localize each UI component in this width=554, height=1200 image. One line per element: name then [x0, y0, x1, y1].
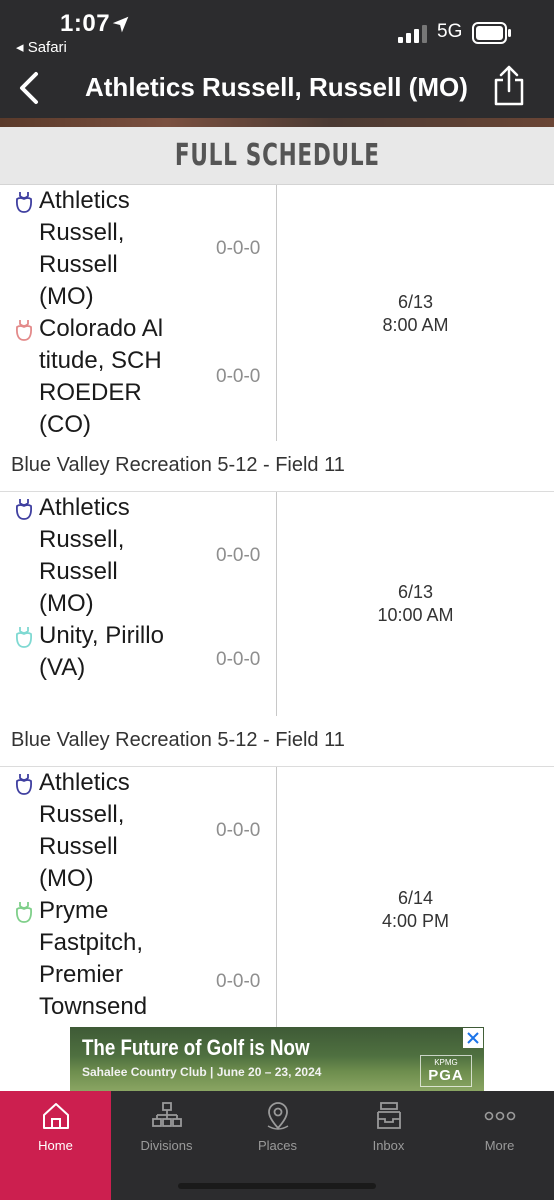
- map-pin-icon: [267, 1102, 289, 1130]
- team-name: Colorado Altitude, SCHROEDER (CO): [39, 315, 164, 438]
- share-button[interactable]: [488, 62, 530, 110]
- team-record: 0-0-0: [216, 545, 261, 566]
- team-name: Athletics Russell, Russell (MO): [39, 494, 130, 617]
- game-venue[interactable]: Blue Valley Recreation 5-12 - Field 11: [11, 454, 345, 477]
- game-matchup: Athletics Russell, Russell (MO) 0-0-0 Co…: [0, 185, 554, 441]
- jersey-icon: [15, 499, 33, 520]
- tab-label: Inbox: [372, 1138, 405, 1153]
- home-indicator: [178, 1183, 376, 1189]
- game-date-time: 6/13 10:00 AM: [277, 581, 554, 627]
- section-title: FULL SCHEDULE: [174, 138, 380, 173]
- ad-logo-text: PGA: [428, 1067, 464, 1084]
- back-to-safari-link[interactable]: ◂ Safari: [16, 38, 67, 56]
- jersey-icon: [15, 774, 33, 795]
- game-card[interactable]: Athletics Russell, Russell (MO) 0-0-0 Pr…: [0, 767, 554, 1037]
- game-card[interactable]: Athletics Russell, Russell (MO) 0-0-0 Un…: [0, 492, 554, 767]
- tab-label: Places: [257, 1138, 298, 1153]
- game-time: 4:00 PM: [381, 911, 450, 931]
- team-name: Athletics Russell, Russell (MO): [39, 187, 130, 310]
- game-matchup: Athletics Russell, Russell (MO) 0-0-0 Pr…: [0, 767, 554, 1037]
- cellular-signal-icon: [398, 25, 427, 43]
- game-date: 6/14: [397, 888, 434, 908]
- game-date-time: 6/14 4:00 PM: [277, 887, 554, 933]
- tab-home[interactable]: Home: [0, 1091, 111, 1200]
- share-icon: [494, 65, 524, 106]
- team-name: Unity, Pirillo (VA): [39, 622, 164, 681]
- game-date: 6/13: [397, 582, 434, 602]
- team-row[interactable]: Athletics Russell, Russell (MO) 0-0-0: [0, 492, 276, 620]
- team-record: 0-0-0: [216, 366, 261, 387]
- team-name: Athletics Russell, Russell (MO): [39, 769, 130, 892]
- more-dots-icon: [484, 1111, 516, 1121]
- tab-label: More: [484, 1138, 515, 1153]
- game-date-time: 6/13 8:00 AM: [277, 291, 554, 337]
- schedule-list: Athletics Russell, Russell (MO) 0-0-0 Co…: [0, 185, 554, 1037]
- tab-more[interactable]: More: [444, 1091, 554, 1200]
- chevron-left-icon: [20, 72, 38, 104]
- ad-subline: Sahalee Country Club | June 20 – 23, 202…: [82, 1065, 322, 1079]
- status-time: 1:07: [60, 10, 111, 37]
- game-card[interactable]: Athletics Russell, Russell (MO) 0-0-0 Co…: [0, 185, 554, 492]
- location-arrow-icon: [112, 16, 129, 33]
- team-record: 0-0-0: [216, 238, 261, 259]
- game-date: 6/13: [397, 292, 434, 312]
- team-record: 0-0-0: [216, 820, 261, 841]
- battery-icon: [472, 22, 511, 44]
- full-schedule-header: FULL SCHEDULE: [0, 127, 554, 185]
- ad-banner[interactable]: The Future of Golf is Now Sahalee Countr…: [70, 1027, 484, 1091]
- back-button[interactable]: [12, 66, 46, 110]
- game-time: 10:00 AM: [377, 605, 454, 625]
- bracket-icon: [152, 1102, 182, 1127]
- team-row[interactable]: Unity, Pirillo (VA) 0-0-0: [0, 620, 276, 716]
- ad-close-button[interactable]: [463, 1028, 483, 1048]
- jersey-icon: [15, 902, 33, 923]
- team-row[interactable]: Athletics Russell, Russell (MO) 0-0-0: [0, 185, 276, 313]
- game-time: 8:00 AM: [382, 315, 449, 335]
- team-row[interactable]: Pryme Fastpitch, Premier Townsend 0-0-0: [0, 895, 276, 1037]
- home-icon: [43, 1103, 69, 1129]
- top-app-bar: 1:07 ◂ Safari 5G Athletics Russell, Russ…: [0, 0, 554, 127]
- tab-label: Home: [38, 1138, 73, 1153]
- ad-logo-small: KPMG: [434, 1058, 458, 1067]
- team-row[interactable]: Colorado Altitude, SCHROEDER (CO) 0-0-0: [0, 313, 276, 441]
- team-record: 0-0-0: [216, 971, 261, 992]
- kpmg-pga-logo: KPMG PGA: [420, 1055, 472, 1087]
- team-banner-image: [0, 118, 554, 127]
- team-record: 0-0-0: [216, 649, 261, 670]
- page-title: Athletics Russell, Russell (MO): [85, 72, 468, 102]
- jersey-icon: [15, 627, 33, 648]
- game-matchup: Athletics Russell, Russell (MO) 0-0-0 Un…: [0, 492, 554, 716]
- team-name: Pryme Fastpitch, Premier Townsend: [39, 897, 148, 1020]
- inbox-icon: [377, 1102, 401, 1129]
- close-icon: [467, 1032, 479, 1044]
- jersey-icon: [15, 192, 33, 213]
- network-type: 5G: [437, 21, 463, 42]
- tab-label: Divisions: [140, 1138, 193, 1153]
- team-row[interactable]: Athletics Russell, Russell (MO) 0-0-0: [0, 767, 276, 895]
- game-venue[interactable]: Blue Valley Recreation 5-12 - Field 11: [11, 729, 345, 752]
- ad-headline: The Future of Golf is Now: [82, 1035, 310, 1060]
- jersey-icon: [15, 320, 33, 341]
